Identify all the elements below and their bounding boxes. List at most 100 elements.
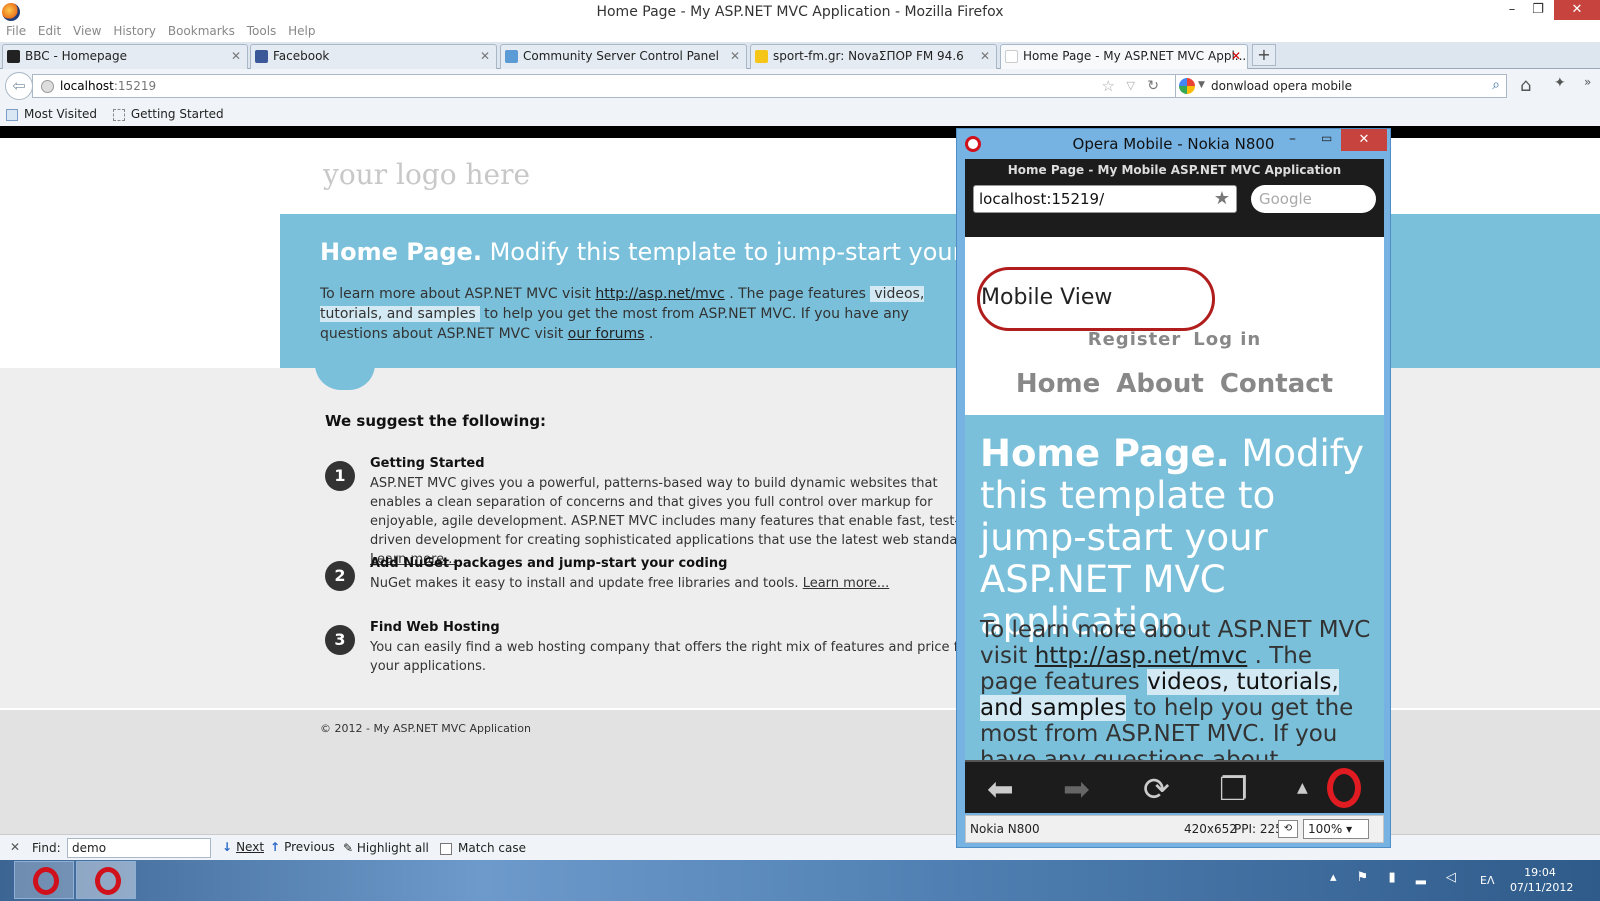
tab-sport-fm[interactable]: sport-fm.gr: NovaΣΠΟΡ FM 94.6 ✕: [750, 44, 997, 69]
device-asp-net-link[interactable]: http://asp.net/mvc: [1035, 643, 1248, 669]
nav-about[interactable]: About: [1116, 369, 1204, 399]
tab-close-icon[interactable]: ✕: [231, 45, 241, 68]
restore-button[interactable]: ❐: [1524, 0, 1552, 20]
community-server-favicon-icon: [505, 50, 518, 63]
search-query[interactable]: donwload opera mobile: [1211, 79, 1352, 93]
clock[interactable]: 19:04 07/11/2012: [1510, 865, 1573, 895]
tab-label: Community Server Control Panel: [523, 49, 719, 63]
highlight-all-label: Highlight all: [356, 841, 429, 855]
home-icon[interactable]: ⌂: [1520, 75, 1531, 96]
find-next-label: Next: [236, 840, 265, 854]
step-number: 3: [325, 625, 355, 655]
tab-close-icon[interactable]: ✕: [980, 45, 990, 68]
device-bottom-toolbar: ⬅ ➡ ⟳ ❐ ▲: [965, 760, 1384, 813]
device-search-field[interactable]: Google: [1251, 185, 1376, 213]
tab-facebook[interactable]: Facebook ✕: [250, 44, 497, 69]
hero-text-part: To learn more about ASP.NET MVC visit: [320, 286, 596, 302]
find-previous-button[interactable]: ↑ Previous: [270, 840, 335, 854]
device-opera-menu-icon[interactable]: [1327, 768, 1361, 808]
system-tray-icons[interactable]: ▴ ⚑ ▮ ▂ ◁: [1330, 870, 1464, 885]
google-engine-icon[interactable]: [1179, 78, 1195, 94]
device-top-bar: Home Page - My Mobile ASP.NET MVC Applic…: [965, 159, 1384, 237]
tab-community-server[interactable]: Community Server Control Panel ✕: [500, 44, 747, 69]
taskbar-opera-mobile-button[interactable]: [76, 861, 136, 899]
device-tabs-icon[interactable]: ❐: [1219, 770, 1248, 808]
tab-close-icon[interactable]: ✕: [730, 45, 740, 68]
tab-close-icon[interactable]: ✕: [480, 45, 490, 68]
bookmark-most-visited[interactable]: Most Visited: [24, 107, 97, 121]
device-model: Nokia N800: [970, 822, 1040, 836]
addon-icon[interactable]: ✦: [1554, 75, 1566, 91]
close-window-button[interactable]: ✕: [1554, 0, 1600, 20]
url-history-dropdown-icon[interactable]: ▽: [1127, 79, 1135, 92]
facebook-favicon-icon: [255, 50, 268, 63]
step-title: Find Web Hosting: [370, 620, 500, 635]
nav-contact[interactable]: Contact: [1220, 369, 1333, 399]
language-indicator[interactable]: ΕΛ: [1480, 874, 1494, 887]
taskbar-opera-button[interactable]: [14, 861, 74, 899]
asp-net-mvc-link[interactable]: http://asp.net/mvc: [595, 286, 724, 302]
bookmark-star-icon[interactable]: ★: [1214, 186, 1230, 212]
opera-close-button[interactable]: ✕: [1341, 129, 1387, 151]
highlight-all-button[interactable]: ✎ Highlight all: [343, 841, 429, 855]
menu-bookmarks[interactable]: Bookmarks: [168, 24, 235, 38]
menu-bar: File Edit View History Bookmarks Tools H…: [0, 24, 317, 42]
most-visited-icon: [6, 108, 18, 121]
login-link[interactable]: Log in: [1193, 329, 1261, 350]
url-bar[interactable]: localhost:15219 ☆ ▽ ↻: [32, 74, 1178, 98]
search-icon[interactable]: ⌕: [1492, 77, 1500, 93]
menu-view[interactable]: View: [73, 24, 101, 38]
device-hero-title: Home Page. Modify this template to jump-…: [980, 433, 1375, 643]
arrow-up-icon: ↑: [270, 840, 281, 854]
menu-help[interactable]: Help: [288, 24, 315, 38]
find-next-button[interactable]: ↓ Next: [222, 840, 264, 854]
menu-tools[interactable]: Tools: [247, 24, 277, 38]
engine-dropdown-icon[interactable]: ▼: [1198, 80, 1205, 90]
minimize-button[interactable]: –: [1498, 0, 1526, 20]
close-find-bar-icon[interactable]: ✕: [10, 840, 20, 854]
device-url-field[interactable]: localhost:15219/ ★: [973, 185, 1237, 213]
bookmark-star-icon[interactable]: ☆: [1102, 77, 1115, 95]
tab-home-page-active[interactable]: Home Page - My ASP.NET MVC Appl... ✕: [1000, 44, 1248, 69]
back-button[interactable]: ⇦: [5, 72, 33, 100]
device-reload-icon[interactable]: ⟳: [1143, 770, 1170, 808]
device-menu-arrow-icon[interactable]: ▲: [1297, 780, 1308, 796]
opera-minimize-button[interactable]: –: [1289, 131, 1296, 147]
rotate-icon[interactable]: ⟲: [1278, 820, 1298, 838]
mobile-view-logo[interactable]: Mobile View: [981, 285, 1112, 310]
step-text: You can easily find a web hosting compan…: [370, 638, 990, 676]
toolbar-overflow-icon[interactable]: »: [1584, 75, 1591, 89]
device-forward-icon[interactable]: ➡: [1063, 770, 1090, 808]
url-port: :15219: [113, 79, 157, 93]
firefox-logo-icon: [2, 3, 20, 21]
site-logo[interactable]: your logo here: [323, 158, 530, 191]
tab-close-icon[interactable]: ✕: [1231, 45, 1241, 68]
hero-banner: Home Page. Modify this template to jump-…: [280, 214, 1600, 368]
search-bar[interactable]: ▼ donwload opera mobile ⌕: [1175, 74, 1507, 98]
url-text[interactable]: localhost:15219: [60, 79, 156, 93]
new-tab-button[interactable]: +: [1252, 44, 1276, 66]
tab-strip: BBC - Homepage ✕ Facebook ✕ Community Se…: [0, 42, 1600, 69]
device-back-icon[interactable]: ⬅: [987, 770, 1014, 808]
register-link[interactable]: Register: [1088, 329, 1182, 350]
bookmark-getting-started[interactable]: Getting Started: [131, 107, 224, 121]
opera-maximize-button[interactable]: ▭: [1321, 131, 1332, 145]
menu-edit[interactable]: Edit: [38, 24, 61, 38]
zoom-select[interactable]: 100% ▾: [1303, 819, 1369, 839]
find-input[interactable]: demo: [67, 838, 211, 858]
menu-file[interactable]: File: [6, 24, 26, 38]
match-case-label: Match case: [458, 841, 527, 855]
learn-more-link[interactable]: Learn more...: [803, 576, 890, 591]
match-case-checkbox[interactable]: Match case: [440, 841, 526, 855]
reload-icon[interactable]: ↻: [1147, 78, 1159, 94]
nav-home[interactable]: Home: [1016, 369, 1100, 399]
find-previous-label: Previous: [284, 840, 335, 854]
tab-bbc[interactable]: BBC - Homepage ✕: [2, 44, 248, 69]
menu-history[interactable]: History: [113, 24, 156, 38]
tab-label: BBC - Homepage: [25, 49, 127, 63]
hero-text: To learn more about ASP.NET MVC visit ht…: [320, 284, 980, 344]
device-login-links: Register Log in: [965, 329, 1384, 350]
checkbox-icon: [440, 842, 452, 855]
forums-link[interactable]: our forums: [568, 326, 645, 342]
site-identity-icon[interactable]: [41, 80, 54, 93]
